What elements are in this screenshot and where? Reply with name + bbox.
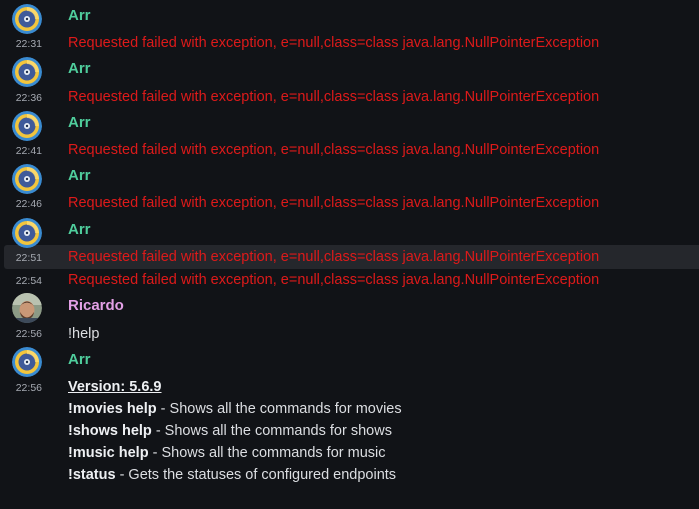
message-timestamp: 22:51	[15, 252, 42, 264]
command-name: !music help	[68, 445, 149, 461]
user-avatar-photo[interactable]	[12, 293, 42, 323]
message-timestamp: 22:56	[15, 328, 42, 340]
message-author[interactable]: Ricardo	[68, 297, 124, 315]
help-command-line: !shows help - Shows all the commands for…	[68, 422, 392, 440]
command-description: - Gets the statuses of configured endpoi…	[115, 467, 397, 483]
message-author[interactable]: Arr	[68, 60, 91, 78]
message-timestamp: 22:54	[15, 275, 42, 287]
help-command-line: !music help - Shows all the commands for…	[68, 444, 386, 462]
message-author[interactable]: Arr	[68, 167, 91, 185]
message-timestamp: 22:46	[15, 198, 42, 210]
bot-avatar-disc-icon[interactable]	[12, 57, 42, 87]
bot-avatar-disc-icon[interactable]	[12, 347, 42, 377]
help-command-line: !status - Gets the statuses of configure…	[68, 466, 396, 484]
bot-avatar-disc-icon[interactable]	[12, 4, 42, 34]
message-author[interactable]: Arr	[68, 114, 91, 132]
error-message-text: Requested failed with exception, e=null,…	[68, 35, 600, 51]
bot-avatar-disc-icon[interactable]	[12, 111, 42, 141]
version-heading: Version: 5.6.9	[68, 379, 162, 395]
command-description: - Shows all the commands for movies	[156, 401, 402, 417]
command-name: !movies help	[68, 401, 157, 417]
error-message-text: Requested failed with exception, e=null,…	[68, 195, 600, 211]
error-message-text: Requested failed with exception, e=null,…	[68, 89, 600, 105]
help-command-line: !movies help - Shows all the commands fo…	[68, 400, 402, 418]
message-author[interactable]: Arr	[68, 351, 91, 369]
message-author[interactable]: Arr	[68, 7, 91, 25]
bot-avatar-disc-icon[interactable]	[12, 218, 42, 248]
chat-log: Arr 22:31 Requested failed with exceptio…	[0, 0, 699, 509]
message-timestamp: 22:56	[15, 382, 42, 394]
message-timestamp: 22:41	[15, 145, 42, 157]
error-message-text: Requested failed with exception, e=null,…	[68, 142, 600, 158]
message-author[interactable]: Arr	[68, 221, 91, 239]
command-description: - Shows all the commands for music	[148, 445, 386, 461]
bot-avatar-disc-icon[interactable]	[12, 164, 42, 194]
command-name: !shows help	[68, 423, 152, 439]
message-timestamp: 22:36	[15, 92, 42, 104]
message-text: !help	[68, 326, 100, 342]
version-line: Version: 5.6.9	[68, 378, 162, 396]
message-timestamp: 22:31	[15, 38, 42, 50]
command-description: - Shows all the commands for shows	[151, 423, 392, 439]
error-message-text: Requested failed with exception, e=null,…	[68, 272, 600, 288]
command-name: !status	[68, 467, 116, 483]
error-message-text: Requested failed with exception, e=null,…	[68, 249, 600, 265]
